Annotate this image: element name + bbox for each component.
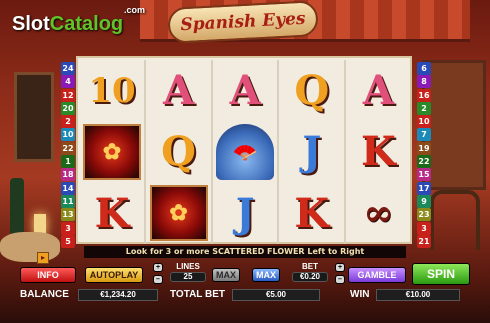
logo-catalog-text: Catalog: [49, 13, 124, 35]
symbol-scatter-flower: ✿: [149, 185, 208, 242]
payline-number[interactable]: 11: [61, 194, 75, 208]
autoplay-button[interactable]: AUTOPLAY: [85, 267, 143, 283]
balance-label: BALANCE: [20, 289, 69, 300]
reel-2: A Q ✿: [147, 60, 211, 244]
symbol-ace: A: [362, 67, 394, 115]
payline-number[interactable]: 2: [61, 115, 75, 129]
logo-slot-text: Slot: [12, 13, 50, 35]
payline-number[interactable]: 10: [417, 115, 431, 129]
payline-number[interactable]: 24: [61, 62, 75, 75]
payline-number[interactable]: 6: [417, 62, 431, 75]
symbol-jack: J: [235, 189, 255, 237]
payline-number[interactable]: 13: [61, 208, 75, 222]
payline-number[interactable]: 4: [61, 75, 75, 89]
lines-value: 25: [170, 272, 206, 282]
payline-number[interactable]: 2: [417, 101, 431, 115]
window-decoration-right: [422, 60, 486, 190]
bet-value: €0.20: [292, 272, 328, 282]
symbol-castanets-icon: ∞: [363, 192, 394, 235]
symbol-queen: Q: [294, 67, 330, 115]
bottle-decoration: [10, 178, 24, 234]
max-lines-button[interactable]: MAX: [212, 268, 240, 282]
balance-value: €1,234.20: [78, 289, 158, 301]
gamble-button[interactable]: GAMBLE: [348, 267, 406, 283]
payline-number[interactable]: 9: [417, 194, 431, 208]
payline-number[interactable]: 3: [61, 221, 75, 235]
reel-3: A 🪭 J: [213, 60, 277, 244]
reel-1: 10 ✿ K: [80, 60, 144, 244]
symbol-king: K: [361, 128, 396, 176]
spin-button[interactable]: SPIN: [412, 263, 470, 285]
payline-number[interactable]: 14: [61, 181, 75, 195]
reel-5: A K ∞: [346, 60, 410, 244]
bet-increase-button[interactable]: +: [335, 263, 345, 272]
payline-number[interactable]: 23: [417, 208, 431, 222]
lines-label: LINES: [176, 262, 200, 271]
lines-decrease-button[interactable]: –: [153, 275, 163, 284]
symbol-ace: A: [229, 67, 261, 115]
reel-4: QJK: [280, 60, 344, 244]
payline-number[interactable]: 10: [61, 128, 75, 142]
bet-label: BET: [302, 262, 318, 271]
bet-decrease-button[interactable]: –: [335, 275, 345, 284]
total-bet-label: TOTAL BET: [170, 289, 225, 300]
menu-icon[interactable]: ▸: [37, 252, 49, 264]
payline-number[interactable]: 5: [61, 234, 75, 248]
payline-number[interactable]: 19: [417, 141, 431, 155]
payline-number[interactable]: 7: [417, 128, 431, 142]
game-scene: SlotCatalog .com Spanish Eyes 24 4 12 20 2 10…: [0, 0, 490, 323]
info-button[interactable]: INFO: [20, 267, 76, 283]
symbol-scatter-flower: ✿: [83, 123, 141, 180]
payline-number[interactable]: 20: [61, 101, 75, 115]
lines-increase-button[interactable]: +: [153, 263, 163, 272]
symbol-queen: Q: [161, 128, 197, 176]
symbol-king: K: [94, 189, 130, 237]
payline-number[interactable]: 12: [61, 88, 75, 102]
payline-number[interactable]: 16: [417, 88, 431, 102]
payline-number[interactable]: 17: [417, 181, 431, 195]
payline-number[interactable]: 3: [417, 221, 431, 235]
paylines-left: 24 4 12 20 2 10 22 1 18 14 11 13 3 5: [61, 62, 75, 248]
payline-number[interactable]: 22: [417, 155, 431, 169]
payline-number[interactable]: 22: [61, 141, 75, 155]
message-bar: Look for 3 or more SCATTERED FLOWER Left…: [84, 246, 406, 258]
payline-number[interactable]: 1: [61, 155, 75, 169]
payline-number[interactable]: 15: [417, 168, 431, 182]
symbol-king: K: [294, 189, 330, 237]
chair-decoration: [430, 190, 480, 250]
slotcatalog-logo: SlotCatalog .com: [12, 5, 145, 36]
win-value: €10.00: [376, 289, 460, 301]
max-bet-button[interactable]: MAX: [252, 268, 280, 282]
symbol-jack: J: [302, 128, 322, 176]
payline-number[interactable]: 21: [417, 234, 431, 248]
reel-grid: 10 ✿ K A Q ✿ A 🪭 J Q J K A K ∞: [76, 56, 412, 244]
total-bet-value: €5.00: [232, 289, 320, 301]
window-decoration: [14, 72, 54, 162]
payline-number[interactable]: 18: [61, 168, 75, 182]
symbol-ten: 10: [88, 70, 136, 111]
symbol-ace: A: [163, 67, 195, 115]
payline-number[interactable]: 8: [417, 75, 431, 89]
paylines-right: 6 8 16 2 10 7 19 22 15 17 9 23 3 21: [417, 62, 431, 248]
win-label: WIN: [350, 289, 370, 300]
table-decoration: [0, 232, 60, 262]
logo-com-text: .com: [124, 5, 146, 15]
symbol-fan-icon: 🪭: [216, 123, 275, 180]
